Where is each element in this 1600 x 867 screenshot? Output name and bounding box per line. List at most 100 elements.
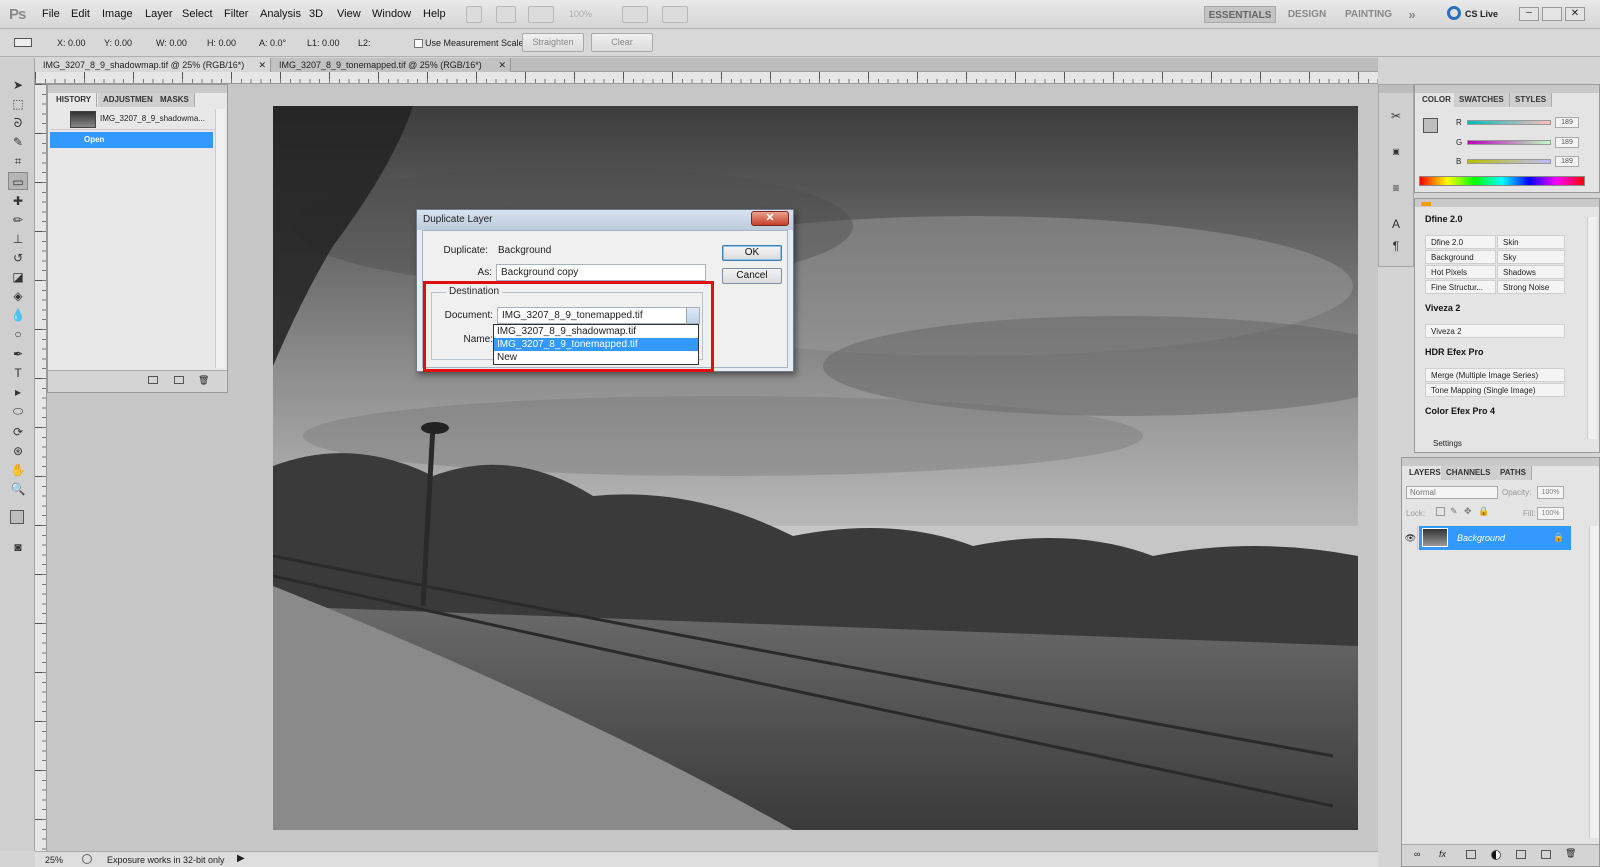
hdr-heading[interactable]: HDR Efex Pro — [1425, 347, 1484, 357]
clone-stamp-icon[interactable]: ⊥ — [8, 230, 28, 248]
trash-icon[interactable]: 🗑 — [198, 375, 209, 386]
blend-mode-select[interactable]: Normal — [1406, 486, 1498, 499]
screen-mode-button[interactable] — [662, 6, 688, 23]
menu-image[interactable]: Image — [102, 8, 133, 20]
tab-channels[interactable]: CHANNELS — [1441, 466, 1497, 480]
workspace-painting[interactable]: PAINTING — [1341, 6, 1396, 23]
close-tab-icon[interactable]: ✕ — [498, 58, 506, 72]
shape-tool-icon[interactable]: ⬭ — [8, 402, 28, 420]
g-value[interactable]: 189 — [1555, 137, 1579, 148]
new-group-icon[interactable] — [1516, 850, 1526, 859]
lock-transparency-icon[interactable] — [1436, 507, 1445, 516]
b-slider[interactable] — [1467, 159, 1551, 164]
layer-row-background[interactable]: Background 🔒 — [1419, 526, 1571, 550]
delete-layer-icon[interactable]: 🗑 — [1565, 848, 1576, 859]
opacity-input[interactable]: 100% — [1537, 486, 1564, 499]
cslive-button[interactable]: CS Live — [1465, 9, 1498, 19]
brush-presets-icon[interactable]: ✂ — [1386, 107, 1406, 125]
menu-edit[interactable]: Edit — [71, 8, 90, 20]
close-tab-icon[interactable]: ✕ — [258, 58, 266, 72]
close-icon[interactable]: ✕ — [751, 211, 789, 226]
straighten-button[interactable]: Straighten — [522, 33, 584, 52]
dodge-tool-icon[interactable]: ○ — [8, 325, 28, 343]
add-mask-icon[interactable] — [1466, 850, 1476, 859]
menu-view[interactable]: View — [337, 8, 361, 20]
hand-tool-icon[interactable]: ✋ — [8, 461, 28, 479]
zoom-level[interactable]: 100% — [569, 9, 592, 19]
pen-tool-icon[interactable]: ✒ — [8, 345, 28, 363]
ruler-tool-icon[interactable] — [14, 38, 32, 47]
tab-history[interactable]: HISTORY — [51, 93, 98, 107]
lock-all-icon[interactable]: 🔒 — [1478, 506, 1489, 517]
menu-layer[interactable]: Layer — [145, 8, 173, 20]
blur-tool-icon[interactable]: 💧 — [8, 306, 28, 324]
history-step-open[interactable]: Open — [50, 132, 213, 148]
b-value[interactable]: 189 — [1555, 156, 1579, 167]
3d-rotate-icon[interactable]: ⟳ — [8, 423, 28, 441]
new-document-icon[interactable] — [148, 376, 158, 384]
status-menu-icon[interactable]: ▶ — [237, 853, 245, 864]
nik-cell-viveza[interactable]: Viveza 2 — [1425, 324, 1565, 338]
eye-icon[interactable]: 👁 — [1404, 526, 1418, 550]
layers-scrollbar[interactable] — [1589, 526, 1599, 838]
extras-button[interactable] — [528, 6, 554, 23]
fx-icon[interactable]: fx — [1439, 849, 1446, 859]
clear-button[interactable]: Clear — [591, 33, 653, 52]
quick-select-tool-icon[interactable]: ✎ — [8, 133, 28, 151]
doc-tab-shadowmap[interactable]: IMG_3207_8_9_shadowmap.tif @ 25% (RGB/16… — [35, 58, 271, 72]
tab-adjustments[interactable]: ADJUSTMEN — [98, 93, 159, 107]
zoom-tool-icon[interactable]: 🔍 — [8, 480, 28, 498]
workspace-design[interactable]: DESIGN — [1284, 6, 1330, 23]
ok-button[interactable]: OK — [722, 245, 782, 261]
eraser-tool-icon[interactable]: ◪ — [8, 268, 28, 286]
lock-pixels-icon[interactable]: ✎ — [1450, 506, 1458, 517]
fg-color-swatch[interactable] — [1423, 118, 1438, 133]
history-scrollbar[interactable] — [215, 109, 225, 368]
tab-masks[interactable]: MASKS — [155, 93, 195, 107]
tab-swatches[interactable]: SWATCHES — [1454, 93, 1510, 107]
move-tool-icon[interactable]: ➤ — [8, 76, 28, 94]
lock-position-icon[interactable]: ✥ — [1464, 506, 1472, 517]
r-slider[interactable] — [1467, 120, 1551, 125]
crop-tool-icon[interactable]: ⌗ — [8, 152, 28, 170]
menu-filter[interactable]: Filter — [224, 8, 248, 20]
nik-scrollbar[interactable] — [1587, 217, 1597, 439]
nik-cell-dfine[interactable]: Dfine 2.0 — [1425, 235, 1496, 249]
status-zoom[interactable]: 25% — [45, 855, 63, 865]
arrange-button[interactable] — [622, 6, 648, 23]
nik-cell-tone-mapping[interactable]: Tone Mapping (Single Image) — [1425, 383, 1565, 397]
path-select-icon[interactable]: ▸ — [8, 383, 28, 401]
lasso-tool-icon[interactable]: ᘐ — [8, 114, 28, 132]
color-efex-heading[interactable]: Color Efex Pro 4 — [1425, 406, 1495, 416]
paragraph-icon[interactable]: ¶ — [1386, 237, 1406, 255]
nik-cell-merge[interactable]: Merge (Multiple Image Series) — [1425, 368, 1565, 382]
menu-select[interactable]: Select — [182, 8, 213, 20]
menu-file[interactable]: File — [42, 8, 60, 20]
adjustment-layer-icon[interactable] — [1491, 850, 1501, 860]
as-input[interactable]: Background copy — [496, 264, 706, 281]
restore-icon[interactable] — [1542, 7, 1562, 21]
quick-mask-icon[interactable]: ◙ — [8, 538, 28, 556]
snapshot-icon[interactable] — [174, 376, 184, 384]
g-slider[interactable] — [1467, 140, 1551, 145]
workspace-essentials[interactable]: ESSENTIALS — [1204, 6, 1276, 23]
fill-input[interactable]: 100% — [1537, 507, 1564, 520]
menu-3d[interactable]: 3D — [309, 8, 323, 20]
tab-styles[interactable]: STYLES — [1510, 93, 1553, 107]
brush-tool-icon[interactable]: ✏ — [8, 211, 28, 229]
nik-cell-strong-noise[interactable]: Strong Noise — [1497, 280, 1565, 294]
settings-link[interactable]: Settings — [1433, 439, 1462, 448]
type-tool-icon[interactable]: T — [8, 364, 28, 382]
doc-tab-tonemapped[interactable]: IMG_3207_8_9_tonemapped.tif @ 25% (RGB/1… — [271, 58, 511, 72]
close-window-icon[interactable]: ✕ — [1565, 7, 1585, 21]
nik-cell-hot-pixels[interactable]: Hot Pixels — [1425, 265, 1496, 279]
dfine-heading[interactable]: Dfine 2.0 — [1425, 214, 1463, 224]
more-workspaces-icon[interactable]: » — [1404, 6, 1420, 23]
cancel-button[interactable]: Cancel — [722, 268, 782, 284]
history-snapshot[interactable]: IMG_3207_8_9_shadowma... — [50, 109, 215, 130]
minimize-icon[interactable]: – — [1519, 7, 1539, 21]
healing-brush-icon[interactable]: ✚ — [8, 192, 28, 210]
marquee-tool-icon[interactable]: ⬚ — [8, 95, 28, 113]
menu-window[interactable]: Window — [372, 8, 411, 20]
nik-cell-shadows[interactable]: Shadows — [1497, 265, 1565, 279]
